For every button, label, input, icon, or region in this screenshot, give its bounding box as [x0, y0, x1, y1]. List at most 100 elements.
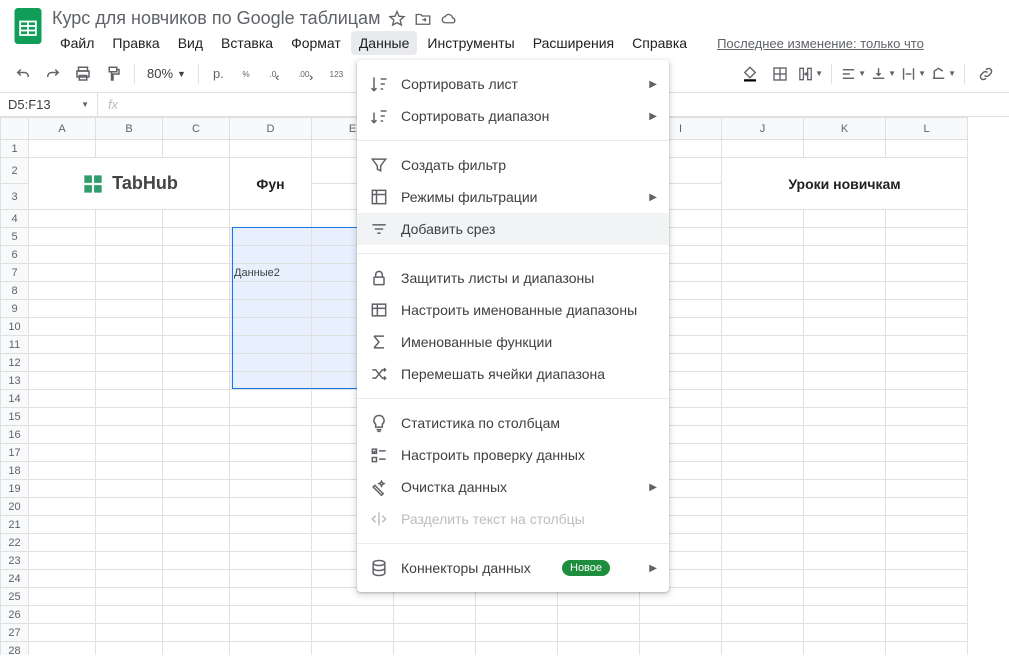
cell-K24[interactable] [804, 570, 886, 588]
last-modified-link[interactable]: Последнее изменение: только что [717, 36, 924, 51]
cell-J19[interactable] [722, 480, 804, 498]
cell-A26[interactable] [29, 606, 96, 624]
cell-C16[interactable] [163, 426, 230, 444]
cell-J26[interactable] [722, 606, 804, 624]
menu-add-slicer[interactable]: Добавить срез [357, 213, 669, 245]
cell-K12[interactable] [804, 354, 886, 372]
zoom-selector[interactable]: 80%▼ [143, 66, 190, 81]
cell-A27[interactable] [29, 624, 96, 642]
menu-data-cleanup[interactable]: Очистка данных ▶ [357, 471, 669, 503]
cell-A25[interactable] [29, 588, 96, 606]
cell-A13[interactable] [29, 372, 96, 390]
row-header-24[interactable]: 24 [1, 570, 29, 588]
row-header-11[interactable]: 11 [1, 336, 29, 354]
cell-J2[interactable]: Уроки новичкам [722, 158, 968, 210]
cell-D4[interactable] [230, 210, 312, 228]
cell-J23[interactable] [722, 552, 804, 570]
cell-D23[interactable] [230, 552, 312, 570]
row-header-7[interactable]: 7 [1, 264, 29, 282]
menu-view[interactable]: Вид [170, 31, 211, 55]
paint-format-button[interactable] [100, 61, 126, 87]
menu-create-filter[interactable]: Создать фильтр [357, 149, 669, 181]
cell-K18[interactable] [804, 462, 886, 480]
cell-B7[interactable] [96, 264, 163, 282]
cell-K15[interactable] [804, 408, 886, 426]
row-header-1[interactable]: 1 [1, 140, 29, 158]
cell-L25[interactable] [886, 588, 968, 606]
cell-D22[interactable] [230, 534, 312, 552]
cell-J9[interactable] [722, 300, 804, 318]
cell-B12[interactable] [96, 354, 163, 372]
row-header-9[interactable]: 9 [1, 300, 29, 318]
cell-J4[interactable] [722, 210, 804, 228]
cell-K22[interactable] [804, 534, 886, 552]
cell-L6[interactable] [886, 246, 968, 264]
cell-L20[interactable] [886, 498, 968, 516]
row-header-16[interactable]: 16 [1, 426, 29, 444]
cell-K19[interactable] [804, 480, 886, 498]
more-formats-button[interactable]: 123 [324, 61, 350, 87]
cell-D6[interactable] [230, 246, 312, 264]
cell-C1[interactable] [163, 140, 230, 158]
cell-K25[interactable] [804, 588, 886, 606]
cell-H28[interactable] [558, 642, 640, 656]
cell-B4[interactable] [96, 210, 163, 228]
cell-C9[interactable] [163, 300, 230, 318]
cell-C7[interactable] [163, 264, 230, 282]
cell-A1[interactable] [29, 140, 96, 158]
cell-B10[interactable] [96, 318, 163, 336]
cell-L7[interactable] [886, 264, 968, 282]
cell-A23[interactable] [29, 552, 96, 570]
cell-K13[interactable] [804, 372, 886, 390]
cell-K7[interactable] [804, 264, 886, 282]
cell-G28[interactable] [476, 642, 558, 656]
row-header-22[interactable]: 22 [1, 534, 29, 552]
cell-A16[interactable] [29, 426, 96, 444]
percent-button[interactable]: % [234, 61, 260, 87]
star-icon[interactable] [388, 10, 406, 28]
cell-L21[interactable] [886, 516, 968, 534]
cell-K17[interactable] [804, 444, 886, 462]
cell-C12[interactable] [163, 354, 230, 372]
cell-A15[interactable] [29, 408, 96, 426]
cell-D20[interactable] [230, 498, 312, 516]
row-header-6[interactable]: 6 [1, 246, 29, 264]
cell-A5[interactable] [29, 228, 96, 246]
cell-J16[interactable] [722, 426, 804, 444]
cell-K10[interactable] [804, 318, 886, 336]
cell-G26[interactable] [476, 606, 558, 624]
column-header-J[interactable]: J [722, 118, 804, 140]
cell-F27[interactable] [394, 624, 476, 642]
cell-L8[interactable] [886, 282, 968, 300]
column-header-C[interactable]: C [163, 118, 230, 140]
cell-A21[interactable] [29, 516, 96, 534]
doc-title[interactable]: Курс для новчиков по Google таблицам [52, 8, 380, 29]
menu-file[interactable]: Файл [52, 31, 102, 55]
cell-B5[interactable] [96, 228, 163, 246]
cell-D1[interactable] [230, 140, 312, 158]
cell-L15[interactable] [886, 408, 968, 426]
menu-data[interactable]: Данные [351, 31, 418, 55]
cell-C10[interactable] [163, 318, 230, 336]
cell-B18[interactable] [96, 462, 163, 480]
cell-D19[interactable] [230, 480, 312, 498]
cell-B23[interactable] [96, 552, 163, 570]
fill-color-button[interactable] [737, 61, 763, 87]
cell-B19[interactable] [96, 480, 163, 498]
cell-F26[interactable] [394, 606, 476, 624]
row-header-8[interactable]: 8 [1, 282, 29, 300]
v-align-button[interactable]: ▼ [870, 61, 896, 87]
cell-D11[interactable] [230, 336, 312, 354]
cell-D8[interactable] [230, 282, 312, 300]
cell-J24[interactable] [722, 570, 804, 588]
menu-insert[interactable]: Вставка [213, 31, 281, 55]
cell-L5[interactable] [886, 228, 968, 246]
menu-tools[interactable]: Инструменты [419, 31, 522, 55]
cell-D14[interactable] [230, 390, 312, 408]
cell-K28[interactable] [804, 642, 886, 656]
cell-B13[interactable] [96, 372, 163, 390]
cell-H26[interactable] [558, 606, 640, 624]
decrease-decimal-button[interactable]: .0 [264, 61, 290, 87]
cell-C20[interactable] [163, 498, 230, 516]
cell-E27[interactable] [312, 624, 394, 642]
